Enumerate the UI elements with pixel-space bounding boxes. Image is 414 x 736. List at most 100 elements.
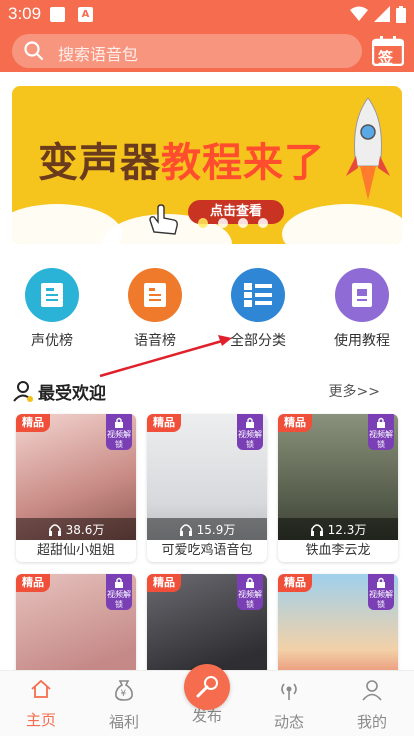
video-unlock-badge: 视频解锁: [237, 414, 263, 450]
lock-icon: [115, 577, 123, 588]
video-unlock-label: 视频解锁: [107, 590, 131, 609]
video-unlock-badge: 视频解锁: [106, 414, 132, 450]
category-circle: [25, 268, 79, 322]
video-unlock-badge: 视频解锁: [368, 574, 394, 610]
banner-dot[interactable]: [218, 218, 228, 228]
sign-in-calendar-button[interactable]: 签: [371, 36, 405, 67]
search-placeholder: 搜索语音包: [58, 45, 139, 64]
category-circle: [128, 268, 182, 322]
voice-pack-card[interactable]: 精品 视频解锁 38.6万 超甜仙小姐姐: [16, 414, 136, 562]
publish-button[interactable]: [184, 664, 230, 710]
banner-dot[interactable]: [238, 218, 248, 228]
play-count-value: 12.3万: [327, 522, 367, 537]
video-unlock-label: 视频解锁: [369, 430, 393, 449]
banner-headline-part1: 变声器: [38, 140, 161, 186]
person-icon: [13, 381, 33, 402]
category-label: 语音榜: [134, 333, 176, 349]
section-title: 最受欢迎: [38, 384, 106, 404]
play-count-value: 38.6万: [65, 522, 105, 537]
tab-label: 我的: [356, 713, 387, 731]
category-label: 声优榜: [31, 333, 73, 349]
video-unlock-badge: 视频解锁: [237, 574, 263, 610]
video-unlock-label: 视频解锁: [238, 590, 262, 609]
premium-badge: 精品: [16, 574, 50, 592]
search-bar[interactable]: 搜索语音包: [12, 34, 362, 68]
premium-badge: 精品: [278, 574, 312, 592]
voice-pack-card[interactable]: 精品 视频解锁 15.9万 可爱吃鸡语音包: [147, 414, 267, 562]
tab-label: 主页: [25, 711, 56, 729]
banner-dot[interactable]: [258, 218, 268, 228]
banner-headline: 变声器教程来了: [38, 130, 325, 188]
tutorial-icon: [352, 283, 372, 307]
headphones-icon: [48, 523, 61, 536]
banner-headline-part2: 教程来了: [161, 140, 325, 186]
tab-welfare[interactable]: ¥ 福利: [89, 679, 159, 732]
status-bar: 3:09 A: [0, 0, 414, 28]
battery-icon: [396, 5, 406, 23]
voice-pack-card[interactable]: 精品 视频解锁 12.3万 铁血李云龙: [278, 414, 398, 562]
microphone-icon: [196, 676, 218, 698]
lock-icon: [115, 417, 123, 428]
rocket-icon: [346, 97, 390, 200]
cloud-decoration: [282, 204, 402, 244]
tab-mine[interactable]: 我的: [337, 679, 407, 732]
category-all[interactable]: 全部分类: [218, 268, 298, 350]
notification-a-icon: A: [78, 7, 93, 22]
category-circle: [335, 268, 389, 322]
signal-icon: [374, 6, 390, 22]
premium-badge: 精品: [147, 574, 181, 592]
banner-dot[interactable]: [198, 218, 208, 228]
banner-pagination: [198, 218, 268, 228]
premium-badge: 精品: [16, 414, 50, 432]
play-count: 12.3万: [278, 518, 398, 540]
voice-rank-icon: [144, 283, 166, 307]
video-unlock-label: 视频解锁: [238, 430, 262, 449]
premium-badge: 精品: [147, 414, 181, 432]
category-label: 使用教程: [334, 333, 390, 349]
card-title: 可爱吃鸡语音包: [161, 543, 253, 558]
tab-home[interactable]: 主页: [6, 679, 76, 730]
play-count: 15.9万: [147, 518, 267, 540]
notification-icon: [50, 7, 65, 22]
hand-pointer-icon: [149, 204, 178, 235]
app-header: 3:09 A 搜索语音包 签: [0, 0, 414, 72]
category-label: 全部分类: [230, 333, 286, 349]
status-indicators: [350, 5, 406, 23]
category-voice-actor[interactable]: 声优榜: [12, 268, 92, 350]
status-time: 3:09: [8, 4, 42, 23]
video-unlock-badge: 视频解锁: [106, 574, 132, 610]
premium-badge: 精品: [278, 414, 312, 432]
promo-banner[interactable]: 变声器教程来了 点击查看: [12, 86, 402, 244]
more-link[interactable]: 更多>>: [329, 381, 380, 401]
home-icon: [31, 679, 51, 698]
category-voice-rank[interactable]: 语音榜: [115, 268, 195, 350]
tab-moments[interactable]: 动态: [254, 679, 324, 732]
category-circle: [231, 268, 285, 322]
lock-icon: [377, 577, 385, 588]
lock-icon: [377, 417, 385, 428]
lock-icon: [246, 577, 254, 588]
headphones-icon: [310, 523, 323, 536]
card-title: 铁血李云龙: [305, 543, 371, 558]
wifi-icon: [350, 6, 368, 21]
video-unlock-label: 视频解锁: [107, 430, 131, 449]
tab-label: 福利: [108, 713, 139, 731]
svg-text:¥: ¥: [121, 689, 127, 699]
popular-section-header: 最受欢迎 更多>>: [12, 376, 404, 404]
search-icon: [24, 41, 44, 61]
tab-label: 动态: [273, 713, 304, 731]
play-count-value: 15.9万: [196, 522, 236, 537]
category-tutorial[interactable]: 使用教程: [322, 268, 402, 350]
sign-in-label: 签: [378, 49, 394, 67]
play-count: 38.6万: [16, 518, 136, 540]
all-categories-icon: [244, 283, 272, 307]
video-unlock-label: 视频解锁: [369, 590, 393, 609]
user-icon: [362, 680, 382, 701]
category-shortcuts: 声优榜 语音榜 全部分类 使用教程: [0, 268, 414, 352]
broadcast-icon: [281, 683, 297, 700]
card-title: 超甜仙小姐姐: [36, 543, 115, 558]
voice-actor-icon: [41, 283, 63, 307]
headphones-icon: [179, 523, 192, 536]
lock-icon: [246, 417, 254, 428]
money-bag-icon: ¥: [115, 680, 133, 701]
